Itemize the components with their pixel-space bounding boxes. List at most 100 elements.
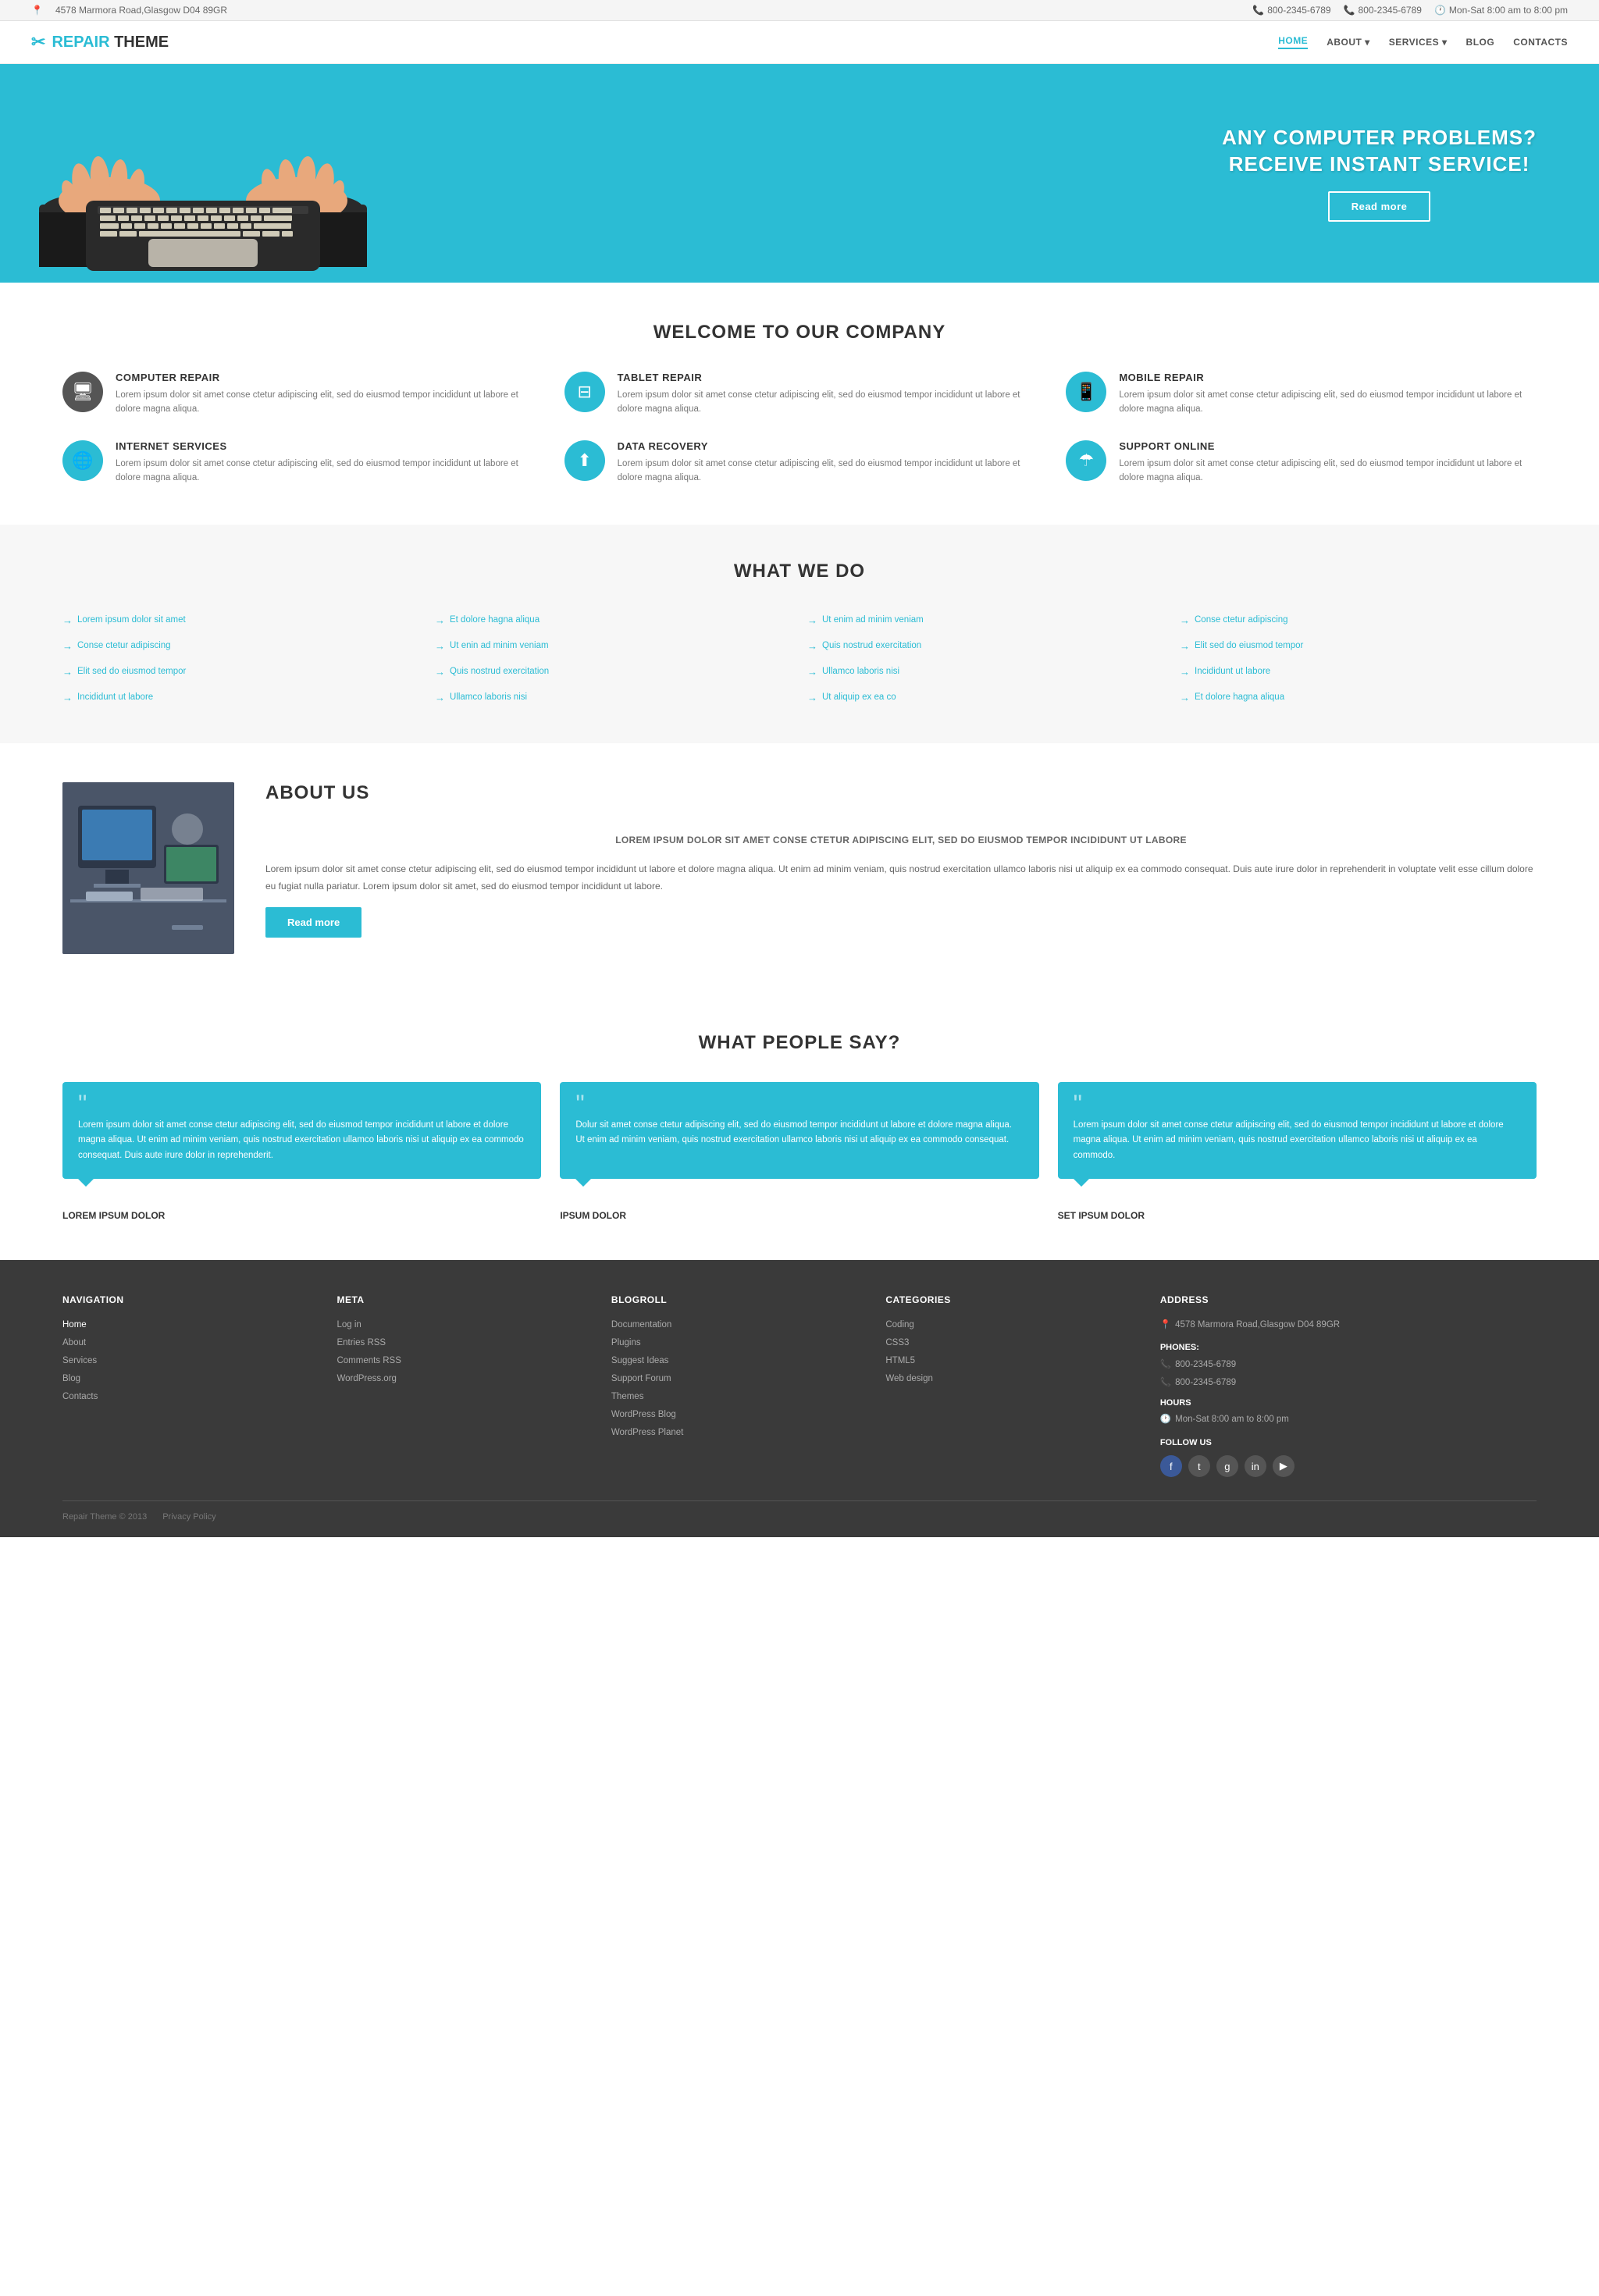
address-text: 4578 Marmora Road,Glasgow D04 89GR	[55, 5, 227, 16]
testimonials-section: WHAT PEOPLE SAY? " Lorem ipsum dolor sit…	[0, 993, 1599, 1261]
about-section: ABOUT US Lorem ipsum dolor sit amet cons…	[0, 743, 1599, 993]
footer-cat-css3[interactable]: CSS3	[885, 1334, 1136, 1352]
welcome-section: WELCOME TO OUR COMPANY 🖥 COMPUTER REPAIR…	[0, 283, 1599, 525]
header: ✂ REPAIR THEME HOME ABOUT ▾ SERVICES ▾ B…	[0, 21, 1599, 64]
youtube-icon[interactable]: ▶	[1273, 1455, 1295, 1477]
hours-item: 🕐 Mon-Sat 8:00 am to 8:00 pm	[1434, 5, 1568, 16]
footer-meta-wordpress[interactable]: WordPress.org	[337, 1370, 587, 1388]
footer-meta-login[interactable]: Log in	[337, 1316, 587, 1334]
feature-4: →Conse ctetur adipiscing	[1180, 610, 1537, 630]
welcome-title: WELCOME TO OUR COMPANY	[62, 322, 1537, 344]
address-icon: 📍	[31, 5, 43, 16]
hands-keyboard-svg	[39, 80, 367, 283]
testimonial-3: " Lorem ipsum dolor sit amet conse ctetu…	[1058, 1082, 1537, 1180]
hero-read-more-button[interactable]: Read more	[1328, 191, 1431, 222]
mobile-repair-title: MOBILE REPAIR	[1119, 372, 1537, 383]
footer-blogroll-plugins[interactable]: Plugins	[611, 1334, 862, 1352]
testimonial-1: " Lorem ipsum dolor sit amet conse ctetu…	[62, 1082, 541, 1180]
footer-meta-entries[interactable]: Entries RSS	[337, 1334, 587, 1352]
data-recovery-desc: Lorem ipsum dolor sit amet conse ctetur …	[618, 457, 1035, 486]
about-title: ABOUT US	[265, 782, 1537, 804]
footer-privacy[interactable]: Privacy Policy	[162, 1512, 215, 1522]
service-tablet-repair: ⊟ TABLET REPAIR Lorem ipsum dolor sit am…	[564, 372, 1035, 417]
footer-phone2: 📞800-2345-6789	[1160, 1374, 1537, 1392]
phone-icon-2: 📞	[1160, 1374, 1171, 1392]
logo[interactable]: ✂ REPAIR THEME	[31, 32, 169, 52]
nav-home[interactable]: HOME	[1278, 35, 1308, 49]
footer: NAVIGATION Home About Services Blog Cont…	[0, 1260, 1599, 1537]
computer-repair-title: COMPUTER REPAIR	[116, 372, 533, 383]
footer-address-col: ADDRESS 📍 4578 Marmora Road,Glasgow D04 …	[1160, 1294, 1537, 1477]
about-read-more-button[interactable]: Read more	[265, 907, 361, 938]
facebook-icon[interactable]: f	[1160, 1455, 1182, 1477]
hours-text: Mon-Sat 8:00 am to 8:00 pm	[1449, 5, 1568, 16]
computer-repair-icon: 🖥	[62, 372, 103, 412]
mobile-repair-content: MOBILE REPAIR Lorem ipsum dolor sit amet…	[1119, 372, 1537, 417]
hero-illustration	[39, 80, 367, 283]
clock-icon: 🕐	[1434, 5, 1446, 16]
nav-services[interactable]: SERVICES ▾	[1389, 37, 1448, 48]
services-grid: 🖥 COMPUTER REPAIR Lorem ipsum dolor sit …	[62, 372, 1537, 486]
tablet-repair-content: TABLET REPAIR Lorem ipsum dolor sit amet…	[618, 372, 1035, 417]
footer-cat-html5[interactable]: HTML5	[885, 1352, 1136, 1370]
feature-14: →Ullamco laboris nisi	[435, 688, 792, 707]
clock-icon-footer: 🕐	[1160, 1411, 1171, 1429]
nav-about[interactable]: ABOUT ▾	[1327, 37, 1370, 48]
support-content: SUPPORT ONLINE Lorem ipsum dolor sit ame…	[1119, 440, 1537, 486]
computer-repair-desc: Lorem ipsum dolor sit amet conse ctetur …	[116, 388, 533, 417]
mobile-repair-desc: Lorem ipsum dolor sit amet conse ctetur …	[1119, 388, 1537, 417]
footer-blogroll-wpblog[interactable]: WordPress Blog	[611, 1406, 862, 1424]
footer-meta-comments[interactable]: Comments RSS	[337, 1352, 587, 1370]
footer-hours: 🕐 Mon-Sat 8:00 am to 8:00 pm	[1160, 1411, 1537, 1429]
support-icon: ☂	[1066, 440, 1106, 481]
feature-10: →Quis nostrud exercitation	[435, 662, 792, 682]
feature-8: →Elit sed do eiusmod tempor	[1180, 636, 1537, 656]
footer-categories-title: CATEGORIES	[885, 1294, 1136, 1305]
what-we-do-section: WHAT WE DO →Lorem ipsum dolor sit amet →…	[0, 525, 1599, 743]
data-recovery-title: DATA RECOVERY	[618, 440, 1035, 452]
footer-nav-blog[interactable]: Blog	[62, 1370, 313, 1388]
footer-address-text: 📍 4578 Marmora Road,Glasgow D04 89GR	[1160, 1316, 1537, 1334]
google-plus-icon[interactable]: g	[1216, 1455, 1238, 1477]
phone1-item: 📞 800-2345-6789	[1252, 5, 1330, 16]
nav-blog[interactable]: BLOG	[1466, 37, 1495, 48]
feature-15: →Ut aliquip ex ea co	[807, 688, 1164, 707]
linkedin-icon[interactable]: in	[1245, 1455, 1266, 1477]
nav-contacts[interactable]: CONTACTS	[1513, 37, 1568, 48]
footer-meta-title: META	[337, 1294, 587, 1305]
logo-text: REPAIR THEME	[52, 34, 169, 52]
features-grid: →Lorem ipsum dolor sit amet →Et dolore h…	[62, 610, 1537, 707]
footer-nav-about[interactable]: About	[62, 1334, 313, 1352]
top-bar-left: 📍 4578 Marmora Road,Glasgow D04 89GR	[31, 5, 227, 16]
footer-address-title: ADDRESS	[1160, 1294, 1537, 1305]
support-desc: Lorem ipsum dolor sit amet conse ctetur …	[1119, 457, 1537, 486]
mobile-repair-icon: 📱	[1066, 372, 1106, 412]
tablet-repair-title: TABLET REPAIR	[618, 372, 1035, 383]
footer-nav-services[interactable]: Services	[62, 1352, 313, 1370]
internet-desc: Lorem ipsum dolor sit amet conse ctetur …	[116, 457, 533, 486]
testimonial-1-quote: Lorem ipsum dolor sit amet conse ctetur …	[78, 1118, 525, 1164]
footer-blogroll-support[interactable]: Support Forum	[611, 1370, 862, 1388]
footer-hours-label: HOURS	[1160, 1398, 1537, 1408]
footer-nav-home[interactable]: Home	[62, 1316, 313, 1334]
about-body: Lorem ipsum dolor sit amet conse ctetur …	[265, 861, 1537, 895]
about-content: ABOUT US Lorem ipsum dolor sit amet cons…	[265, 782, 1537, 938]
feature-2: →Et dolore hagna aliqua	[435, 610, 792, 630]
footer-blogroll-docs[interactable]: Documentation	[611, 1316, 862, 1334]
footer-blogroll-wpplanet[interactable]: WordPress Planet	[611, 1424, 862, 1442]
footer-nav-contacts[interactable]: Contacts	[62, 1388, 313, 1406]
footer-cat-coding[interactable]: Coding	[885, 1316, 1136, 1334]
footer-blogroll-themes[interactable]: Themes	[611, 1388, 862, 1406]
feature-11: →Ullamco laboris nisi	[807, 662, 1164, 682]
phone1-text: 800-2345-6789	[1267, 5, 1330, 16]
tablet-repair-desc: Lorem ipsum dolor sit amet conse ctetur …	[618, 388, 1035, 417]
tablet-repair-icon: ⊟	[564, 372, 605, 412]
footer-cat-webdesign[interactable]: Web design	[885, 1370, 1136, 1388]
computer-repair-content: COMPUTER REPAIR Lorem ipsum dolor sit am…	[116, 372, 533, 417]
footer-blogroll-suggest[interactable]: Suggest Ideas	[611, 1352, 862, 1370]
top-bar: 📍 4578 Marmora Road,Glasgow D04 89GR 📞 8…	[0, 0, 1599, 21]
twitter-icon[interactable]: t	[1188, 1455, 1210, 1477]
testimonials-title: WHAT PEOPLE SAY?	[62, 1032, 1537, 1054]
footer-navigation: NAVIGATION Home About Services Blog Cont…	[62, 1294, 313, 1477]
footer-copyright: Repair Theme © 2013	[62, 1512, 147, 1522]
